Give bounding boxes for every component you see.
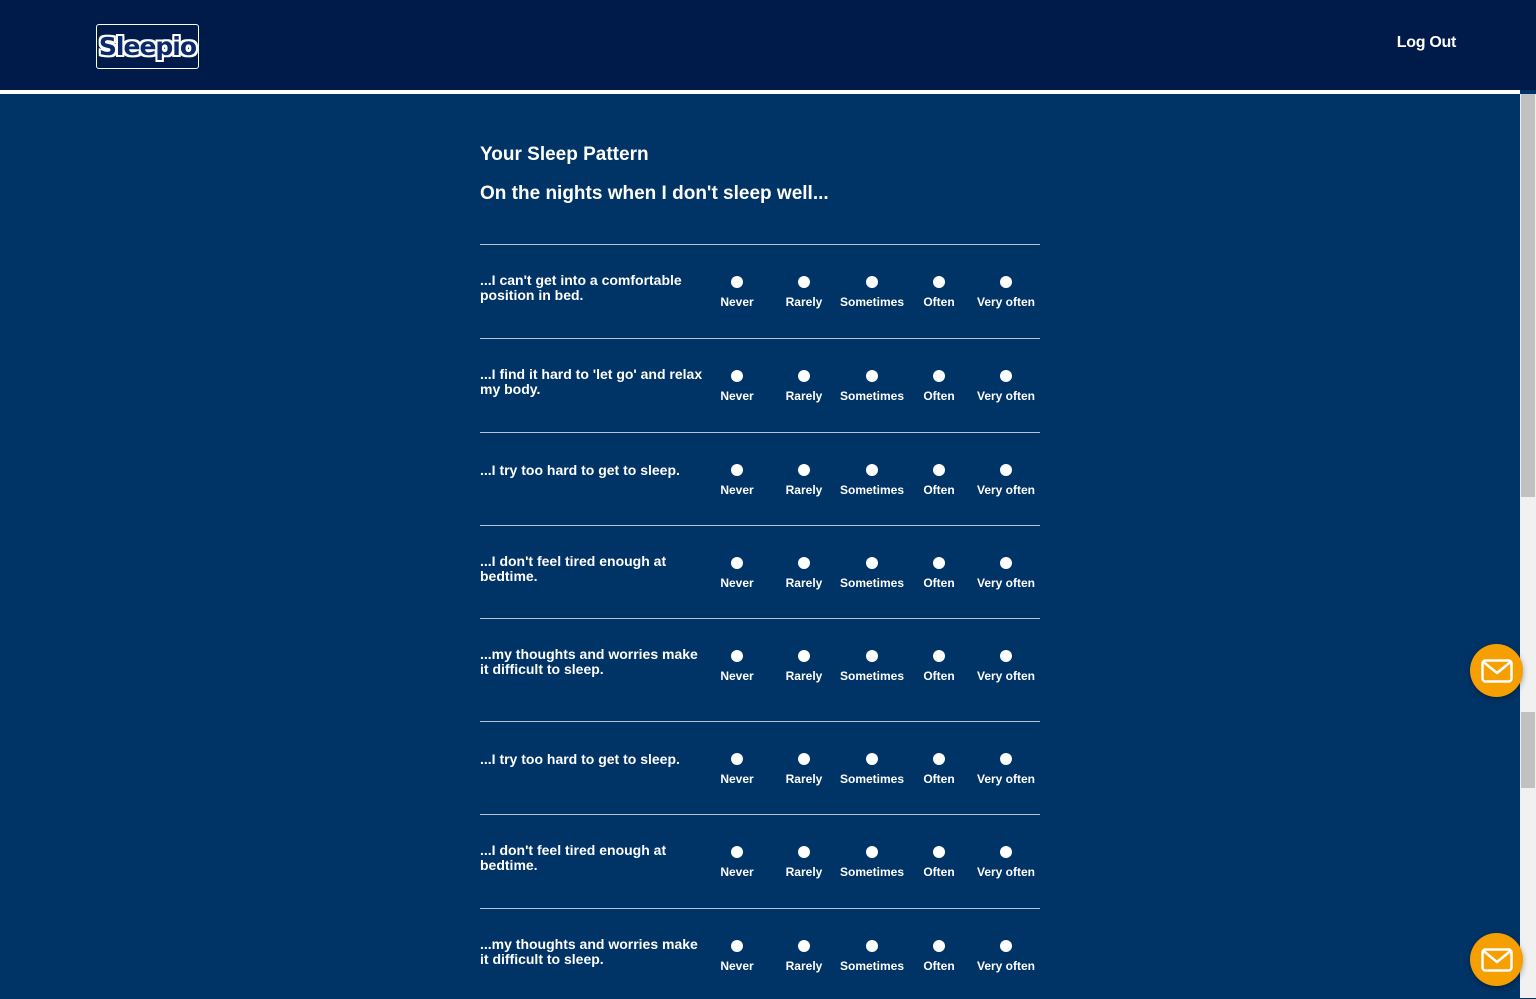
radio-button[interactable] [866,753,878,765]
option-label: Very often [976,772,1036,786]
question-row: ...I try too hard to get to sleep. Never R… [480,721,1040,815]
radio-button[interactable] [933,276,945,288]
radio-button[interactable] [1000,557,1012,569]
question-row: ...I find it hard to 'let go' and relax … [480,338,1040,433]
radio-button[interactable] [933,370,945,382]
radio-button[interactable] [866,370,878,382]
radio-button[interactable] [731,650,743,662]
question-row: ...I can't get into a comfortable positi… [480,244,1040,339]
option-label: Very often [976,576,1036,590]
radio-button[interactable] [1000,370,1012,382]
top-navigation-bar: Sleepio Log Out [0,0,1536,90]
radio-button[interactable] [798,276,810,288]
radio-button[interactable] [933,557,945,569]
radio-button[interactable] [798,846,810,858]
radio-button[interactable] [1000,464,1012,476]
radio-button[interactable] [933,846,945,858]
answer-option[interactable]: Very often [966,753,1046,786]
question-text: ...my thoughts and worries make it diffi… [480,936,698,967]
radio-button[interactable] [731,557,743,569]
question-text: ...my thoughts and worries make it diffi… [480,646,698,677]
question-text: ...I try too hard to get to sleep. [480,462,680,478]
radio-button[interactable] [866,846,878,858]
radio-button[interactable] [933,753,945,765]
radio-button[interactable] [798,557,810,569]
sleepio-logo[interactable]: Sleepio [96,24,199,69]
question-row: ...my thoughts and worries make it diffi… [480,618,1040,722]
radio-button[interactable] [866,650,878,662]
logo-text: Sleepio [98,32,197,61]
option-label: Very often [976,295,1036,309]
radio-button[interactable] [866,276,878,288]
radio-button[interactable] [1000,846,1012,858]
radio-button[interactable] [866,557,878,569]
question-text: ...I try too hard to get to sleep. [480,751,680,767]
answer-option[interactable]: Very often [966,650,1046,683]
option-label: Very often [976,865,1036,879]
question-text: ...I don't feel tired enough at bedtime. [480,842,667,873]
question-text: ...I find it hard to 'let go' and relax … [480,366,703,397]
chat-button-secondary[interactable] [1470,933,1523,986]
option-label: Very often [976,959,1036,973]
answer-option[interactable]: Very often [966,370,1046,403]
page-subtitle: On the nights when I don't sleep well... [480,183,829,204]
question-text: ...I don't feel tired enough at bedtime. [480,553,667,584]
radio-button[interactable] [731,753,743,765]
radio-button[interactable] [731,370,743,382]
question-text: ...I can't get into a comfortable positi… [480,272,682,303]
question-row: ...I don't feel tired enough at bedtime.… [480,814,1040,909]
radio-button[interactable] [1000,650,1012,662]
logout-link[interactable]: Log Out [1397,34,1457,52]
answer-option[interactable]: Very often [966,557,1046,590]
question-row: ...I try too hard to get to sleep. Never R… [480,432,1040,526]
question-row: ...my thoughts and worries make it diffi… [480,908,1040,999]
radio-button[interactable] [798,370,810,382]
radio-button[interactable] [731,940,743,952]
radio-button[interactable] [866,464,878,476]
answer-option[interactable]: Very often [966,276,1046,309]
radio-button[interactable] [933,650,945,662]
radio-button[interactable] [1000,940,1012,952]
option-label: Very often [976,483,1036,497]
scrollbar-thumb-lower[interactable] [1521,712,1535,788]
radio-button[interactable] [1000,753,1012,765]
option-label: Very often [976,669,1036,683]
radio-button[interactable] [798,464,810,476]
radio-button[interactable] [866,940,878,952]
answer-option[interactable]: Very often [966,464,1046,497]
scrollbar-thumb-upper[interactable] [1521,94,1535,497]
radio-button[interactable] [798,753,810,765]
answer-option[interactable]: Very often [966,940,1046,973]
option-label: Very often [976,389,1036,403]
page-title: Your Sleep Pattern [480,144,649,165]
radio-button[interactable] [933,464,945,476]
answer-option[interactable]: Very often [966,846,1046,879]
radio-button[interactable] [731,276,743,288]
chat-button[interactable] [1470,644,1523,697]
radio-button[interactable] [798,940,810,952]
question-row: ...I don't feel tired enough at bedtime.… [480,525,1040,619]
radio-button[interactable] [1000,276,1012,288]
envelope-icon [1480,947,1513,972]
radio-button[interactable] [731,846,743,858]
radio-button[interactable] [933,940,945,952]
radio-button[interactable] [798,650,810,662]
radio-button[interactable] [731,464,743,476]
envelope-icon [1480,658,1513,683]
